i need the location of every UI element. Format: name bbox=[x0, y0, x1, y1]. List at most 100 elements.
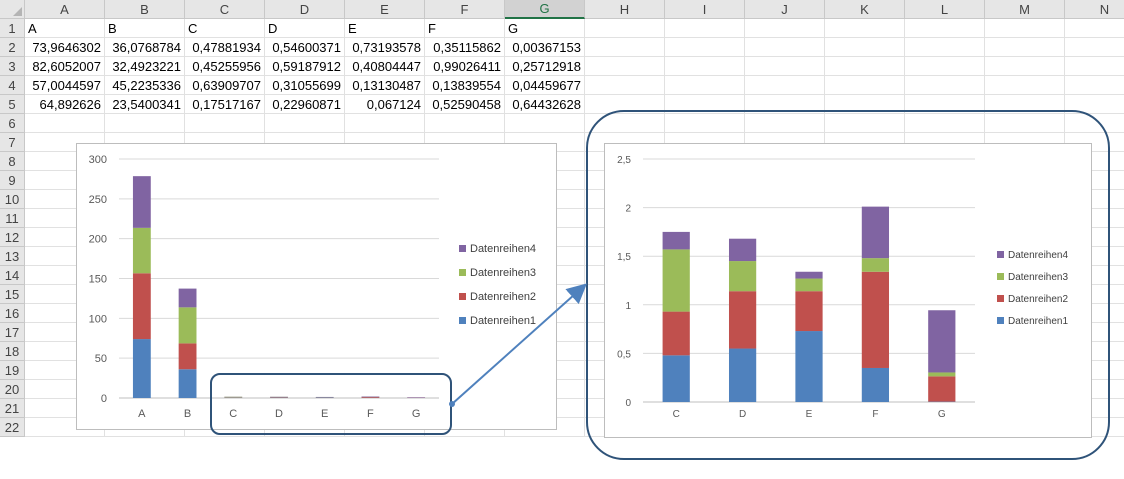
column-header-e[interactable]: E bbox=[345, 0, 425, 19]
cell-k3[interactable] bbox=[825, 57, 905, 76]
stacked-bar-chart-zoom[interactable]: 0 0,5 1 1,5 2 2,5 C D E F G Datenreihen4 Datenreihen… bbox=[604, 143, 1092, 438]
cell-e6[interactable] bbox=[345, 114, 425, 133]
cell-a5[interactable]: 64,892626 bbox=[25, 95, 105, 114]
cell-j4[interactable] bbox=[745, 76, 825, 95]
cell-f5[interactable]: 0,52590458 bbox=[425, 95, 505, 114]
row-header-16[interactable]: 16 bbox=[0, 304, 25, 323]
cell-j3[interactable] bbox=[745, 57, 825, 76]
row-header-19[interactable]: 19 bbox=[0, 361, 25, 380]
column-header-l[interactable]: L bbox=[905, 0, 985, 19]
column-header-m[interactable]: M bbox=[985, 0, 1065, 19]
cell-d4[interactable]: 0,31055699 bbox=[265, 76, 345, 95]
cell-k5[interactable] bbox=[825, 95, 905, 114]
select-all-corner[interactable] bbox=[0, 0, 25, 19]
cell-a1[interactable]: A bbox=[25, 19, 105, 38]
cell-e4[interactable]: 0,13130487 bbox=[345, 76, 425, 95]
cell-g5[interactable]: 0,64432628 bbox=[505, 95, 585, 114]
cell-l5[interactable] bbox=[905, 95, 985, 114]
row-header-1[interactable]: 1 bbox=[0, 19, 25, 38]
cell-f6[interactable] bbox=[425, 114, 505, 133]
cell-c2[interactable]: 0,47881934 bbox=[185, 38, 265, 57]
cell-i4[interactable] bbox=[665, 76, 745, 95]
cell-c1[interactable]: C bbox=[185, 19, 265, 38]
row-header-18[interactable]: 18 bbox=[0, 342, 25, 361]
cell-n4[interactable] bbox=[1065, 76, 1124, 95]
cell-b1[interactable]: B bbox=[105, 19, 185, 38]
row-header-10[interactable]: 10 bbox=[0, 190, 25, 209]
row-header-14[interactable]: 14 bbox=[0, 266, 25, 285]
cell-m6[interactable] bbox=[985, 114, 1065, 133]
cell-f2[interactable]: 0,35115862 bbox=[425, 38, 505, 57]
row-header-11[interactable]: 11 bbox=[0, 209, 25, 228]
cell-g1[interactable]: G bbox=[505, 19, 585, 38]
cell-h1[interactable] bbox=[585, 19, 665, 38]
row-header-5[interactable]: 5 bbox=[0, 95, 25, 114]
cell-m3[interactable] bbox=[985, 57, 1065, 76]
column-header-g[interactable]: G bbox=[505, 0, 585, 19]
row-header-13[interactable]: 13 bbox=[0, 247, 25, 266]
cell-m1[interactable] bbox=[985, 19, 1065, 38]
cell-c5[interactable]: 0,17517167 bbox=[185, 95, 265, 114]
row-header-15[interactable]: 15 bbox=[0, 285, 25, 304]
cell-k6[interactable] bbox=[825, 114, 905, 133]
cell-e2[interactable]: 0,73193578 bbox=[345, 38, 425, 57]
cell-n3[interactable] bbox=[1065, 57, 1124, 76]
column-header-b[interactable]: B bbox=[105, 0, 185, 19]
row-header-17[interactable]: 17 bbox=[0, 323, 25, 342]
cell-g2[interactable]: 0,00367153 bbox=[505, 38, 585, 57]
cell-e5[interactable]: 0,067124 bbox=[345, 95, 425, 114]
column-header-n[interactable]: N bbox=[1065, 0, 1124, 19]
cell-b6[interactable] bbox=[105, 114, 185, 133]
cell-g6[interactable] bbox=[505, 114, 585, 133]
row-header-22[interactable]: 22 bbox=[0, 418, 25, 437]
cell-c4[interactable]: 0,63909707 bbox=[185, 76, 265, 95]
stacked-bar-chart-all[interactable]: 0 50 100 150 200 250 300 A B C D E F G Datenreihen4 Dat… bbox=[76, 143, 557, 430]
cell-m4[interactable] bbox=[985, 76, 1065, 95]
row-header-9[interactable]: 9 bbox=[0, 171, 25, 190]
cell-k1[interactable] bbox=[825, 19, 905, 38]
cell-f1[interactable]: F bbox=[425, 19, 505, 38]
row-header-12[interactable]: 12 bbox=[0, 228, 25, 247]
column-header-d[interactable]: D bbox=[265, 0, 345, 19]
cell-i6[interactable] bbox=[665, 114, 745, 133]
cell-i5[interactable] bbox=[665, 95, 745, 114]
cell-n1[interactable] bbox=[1065, 19, 1124, 38]
cell-h4[interactable] bbox=[585, 76, 665, 95]
cell-h6[interactable] bbox=[585, 114, 665, 133]
cell-a2[interactable]: 73,9646302 bbox=[25, 38, 105, 57]
row-header-4[interactable]: 4 bbox=[0, 76, 25, 95]
row-header-3[interactable]: 3 bbox=[0, 57, 25, 76]
column-header-j[interactable]: J bbox=[745, 0, 825, 19]
cell-n6[interactable] bbox=[1065, 114, 1124, 133]
cell-b4[interactable]: 45,2235336 bbox=[105, 76, 185, 95]
cell-b3[interactable]: 32,4923221 bbox=[105, 57, 185, 76]
cell-g4[interactable]: 0,04459677 bbox=[505, 76, 585, 95]
cell-f3[interactable]: 0,99026411 bbox=[425, 57, 505, 76]
cell-b2[interactable]: 36,0768784 bbox=[105, 38, 185, 57]
column-header-f[interactable]: F bbox=[425, 0, 505, 19]
row-header-7[interactable]: 7 bbox=[0, 133, 25, 152]
cell-j1[interactable] bbox=[745, 19, 825, 38]
cell-g3[interactable]: 0,25712918 bbox=[505, 57, 585, 76]
cell-h3[interactable] bbox=[585, 57, 665, 76]
cell-e1[interactable]: E bbox=[345, 19, 425, 38]
cell-m2[interactable] bbox=[985, 38, 1065, 57]
cell-d1[interactable]: D bbox=[265, 19, 345, 38]
cell-n5[interactable] bbox=[1065, 95, 1124, 114]
cell-c3[interactable]: 0,45255956 bbox=[185, 57, 265, 76]
cell-m5[interactable] bbox=[985, 95, 1065, 114]
column-header-c[interactable]: C bbox=[185, 0, 265, 19]
cell-i3[interactable] bbox=[665, 57, 745, 76]
cell-d2[interactable]: 0,54600371 bbox=[265, 38, 345, 57]
cell-l3[interactable] bbox=[905, 57, 985, 76]
cell-a4[interactable]: 57,0044597 bbox=[25, 76, 105, 95]
cell-h5[interactable] bbox=[585, 95, 665, 114]
cell-j5[interactable] bbox=[745, 95, 825, 114]
cell-k4[interactable] bbox=[825, 76, 905, 95]
row-header-6[interactable]: 6 bbox=[0, 114, 25, 133]
cell-l4[interactable] bbox=[905, 76, 985, 95]
cell-d6[interactable] bbox=[265, 114, 345, 133]
cell-c6[interactable] bbox=[185, 114, 265, 133]
cell-l2[interactable] bbox=[905, 38, 985, 57]
cell-d5[interactable]: 0,22960871 bbox=[265, 95, 345, 114]
